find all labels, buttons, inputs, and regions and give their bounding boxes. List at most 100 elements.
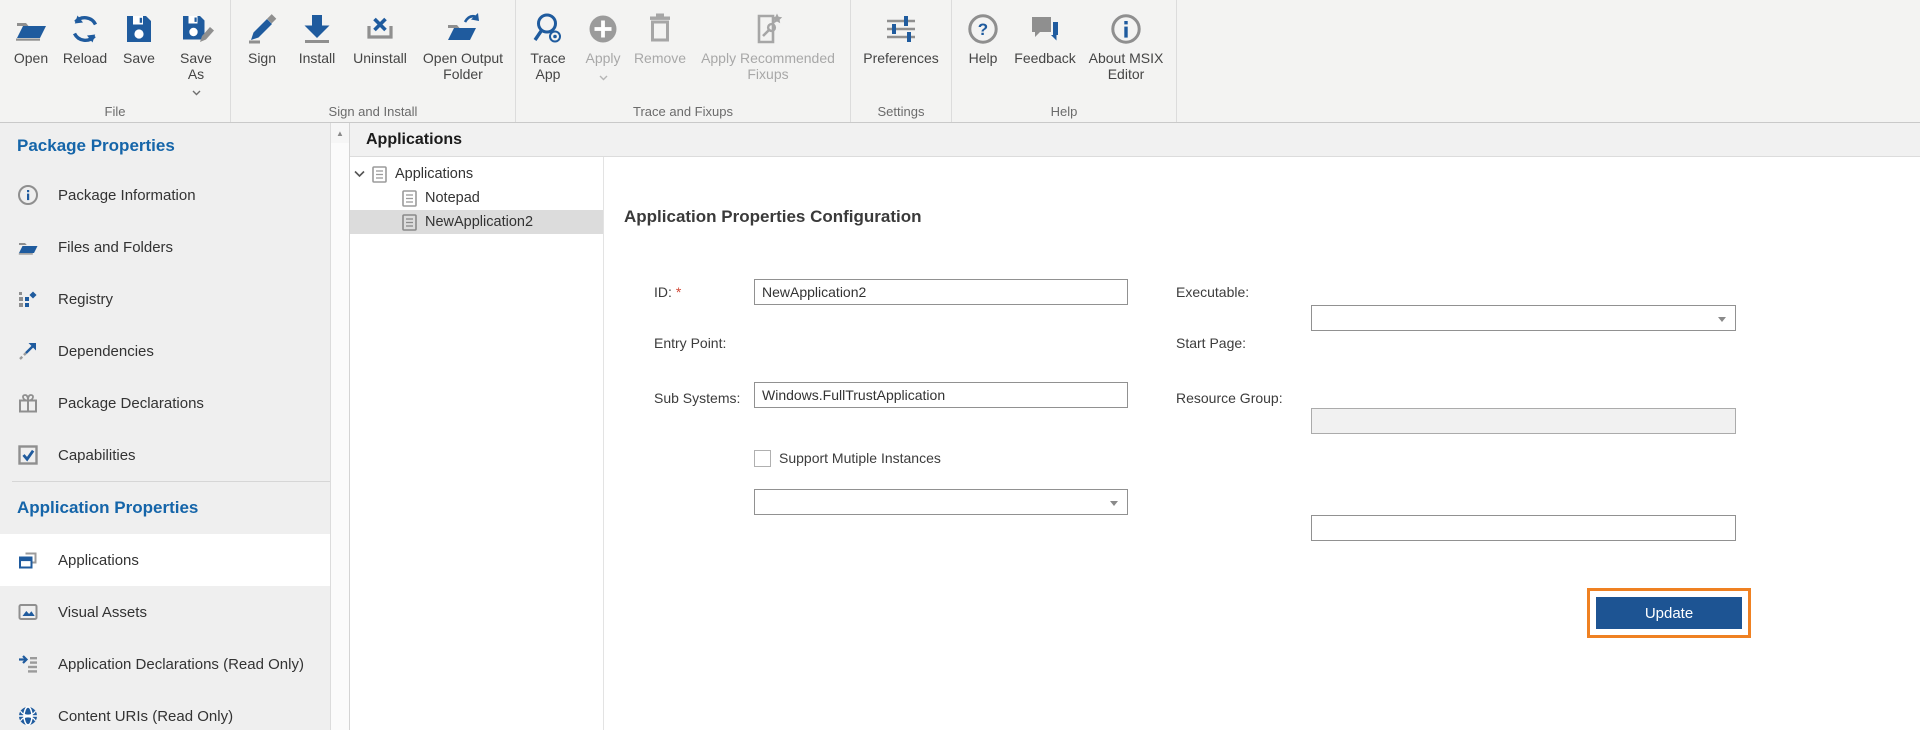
dropdown-arrow-icon[interactable]: [1110, 501, 1118, 506]
sidebar-item-label: Dependencies: [58, 343, 154, 360]
sidebar-item-label: Visual Assets: [58, 604, 147, 621]
resource-group-input[interactable]: [1312, 516, 1735, 540]
uninstall-button[interactable]: Uninstall: [345, 6, 415, 67]
sub-systems-combobox[interactable]: [754, 489, 1128, 515]
applications-tree: Applications Notepad NewApplication2: [350, 157, 604, 730]
update-button-highlight: Update: [1587, 588, 1751, 638]
info-icon: [17, 184, 39, 206]
apply-button[interactable]: Apply: [576, 6, 630, 86]
msix-editor-window: Open Reload Save Save As: [0, 0, 1920, 731]
feedback-button[interactable]: Feedback: [1010, 6, 1080, 67]
application-properties-panel: Application Properties Configuration ID:…: [604, 157, 1920, 730]
start-page-input: [1312, 409, 1735, 433]
tree-node-label: Notepad: [425, 190, 480, 206]
registry-icon: [17, 288, 39, 310]
sidebar-item-application-declarations[interactable]: Application Declarations (Read Only): [0, 638, 330, 690]
sidebar-item-label: Capabilities: [58, 447, 136, 464]
tree-node-label: NewApplication2: [425, 214, 533, 230]
about-info-icon: [1107, 10, 1145, 48]
ribbon-group-label-trace-fixups: Trace and Fixups: [516, 104, 850, 119]
apply-recommended-fixups-button[interactable]: Apply Recommended Fixups: [690, 6, 846, 82]
ribbon-group-help: ? Help Feedback About MSIX Editor Help: [952, 0, 1177, 122]
main-content: Applications Applications: [350, 123, 1920, 730]
tree-node-newapplication2[interactable]: NewApplication2: [350, 210, 603, 234]
save-as-icon: [177, 10, 215, 48]
save-as-button[interactable]: Save As: [166, 6, 226, 101]
sidebar-item-label: Applications: [58, 552, 139, 569]
reload-button[interactable]: Reload: [58, 6, 112, 67]
support-multiple-instances-label: Support Mutiple Instances: [779, 450, 941, 466]
sidebar-item-visual-assets[interactable]: Visual Assets: [0, 586, 330, 638]
document-icon: [402, 190, 417, 207]
help-button[interactable]: ? Help: [956, 6, 1010, 67]
save-button[interactable]: Save: [112, 6, 166, 67]
chevron-down-icon[interactable]: [354, 170, 370, 178]
sign-button[interactable]: Sign: [235, 6, 289, 67]
remove-button[interactable]: Remove: [630, 6, 690, 67]
id-label: ID:: [654, 284, 672, 300]
apply-plus-icon: [584, 10, 622, 48]
feedback-bubble-icon: [1026, 10, 1064, 48]
sidebar-section-package-properties: Package Properties: [0, 123, 330, 169]
tree-node-label: Applications: [395, 166, 473, 182]
ribbon-empty-space: [1177, 0, 1920, 122]
entry-point-input[interactable]: [755, 383, 1127, 407]
install-button[interactable]: Install: [289, 6, 345, 67]
sidebar-item-dependencies[interactable]: Dependencies: [0, 325, 330, 377]
folder-icon: [17, 236, 39, 258]
update-button[interactable]: Update: [1596, 597, 1742, 629]
chevron-down-icon: [192, 83, 201, 101]
ribbon-group-label-sign-install: Sign and Install: [231, 104, 515, 119]
executable-input[interactable]: [1312, 306, 1735, 330]
id-input[interactable]: [755, 280, 1127, 304]
sidebar-item-applications[interactable]: Applications: [0, 534, 330, 586]
sidebar-item-content-uris[interactable]: Content URIs (Read Only): [0, 690, 330, 730]
page-title: Applications: [366, 131, 462, 149]
dropdown-arrow-icon[interactable]: [1718, 317, 1726, 322]
capabilities-check-icon: [17, 444, 39, 466]
entry-point-field-wrap: [754, 382, 1128, 408]
sidebar-item-label: Content URIs (Read Only): [58, 708, 233, 725]
open-output-folder-button[interactable]: Open Output Folder: [415, 6, 511, 82]
help-question-icon: ?: [964, 10, 1002, 48]
trace-app-magnifier-icon: [529, 10, 567, 48]
sub-systems-input[interactable]: [755, 490, 1127, 514]
document-icon: [402, 214, 417, 231]
tree-node-notepad[interactable]: Notepad: [350, 186, 603, 210]
open-folder-icon: [12, 10, 50, 48]
preferences-sliders-icon: [882, 10, 920, 48]
visual-assets-image-icon: [17, 601, 39, 623]
sidebar-item-package-declarations[interactable]: Package Declarations: [0, 377, 330, 429]
support-multiple-instances-checkbox[interactable]: [754, 450, 771, 467]
dependencies-arrow-icon: [17, 340, 39, 362]
preferences-button[interactable]: Preferences: [855, 6, 947, 67]
reload-icon: [66, 10, 104, 48]
ribbon-group-trace-fixups: Trace App Apply Remove: [516, 0, 851, 122]
open-button[interactable]: Open: [4, 6, 58, 67]
ribbon-group-sign-install: Sign Install Uninstall Open Output Folde…: [231, 0, 516, 122]
executable-combobox[interactable]: [1311, 305, 1736, 331]
ribbon-group-label-file: File: [0, 104, 230, 119]
sidebar-item-registry[interactable]: Registry: [0, 273, 330, 325]
start-page-field-wrap: [1311, 408, 1736, 434]
executable-label: Executable:: [1176, 284, 1249, 300]
sidebar-scrollbar[interactable]: ▲: [330, 123, 350, 730]
ribbon-group-label-help: Help: [952, 104, 1176, 119]
sidebar-item-capabilities[interactable]: Capabilities: [0, 429, 330, 481]
trace-app-button[interactable]: Trace App: [520, 6, 576, 82]
start-page-label: Start Page:: [1176, 335, 1246, 351]
sidebar-item-package-information[interactable]: Package Information: [0, 169, 330, 221]
ribbon-group-settings: Preferences Settings: [851, 0, 952, 122]
sidebar-item-label: Package Information: [58, 187, 196, 204]
install-arrow-icon: [298, 10, 336, 48]
about-msix-editor-button[interactable]: About MSIX Editor: [1080, 6, 1172, 82]
resource-group-field-wrap: [1311, 515, 1736, 541]
scrollbar-up-arrow-icon[interactable]: ▲: [331, 123, 349, 143]
sidebar-navigation: Package Properties Package Information F…: [0, 123, 330, 730]
sidebar-item-label: Package Declarations: [58, 395, 204, 412]
app-declarations-list-icon: [17, 653, 39, 675]
svg-text:?: ?: [978, 20, 988, 39]
form-title: Application Properties Configuration: [624, 207, 922, 227]
sidebar-item-files-and-folders[interactable]: Files and Folders: [0, 221, 330, 273]
tree-root-applications[interactable]: Applications: [350, 162, 603, 186]
